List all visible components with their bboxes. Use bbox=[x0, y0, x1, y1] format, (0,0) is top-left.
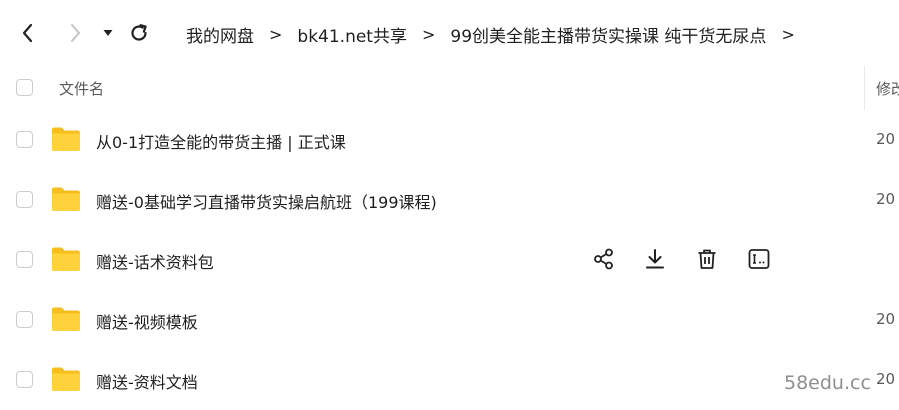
breadcrumb-item-shared-folder[interactable]: bk41.net共享 bbox=[297, 22, 407, 47]
file-row[interactable]: 从0-1打造全能的带货主播 | 正式课 20 bbox=[0, 110, 899, 170]
rename-icon bbox=[748, 249, 770, 269]
file-name[interactable]: 赠送-话术资料包 bbox=[96, 249, 214, 273]
navigation-bar: 我的网盘 > bk41.net共享 > 99创美全能主播带货实操课 纯干货无尿点… bbox=[0, 0, 899, 66]
breadcrumb: 我的网盘 > bk41.net共享 > 99创美全能主播带货实操课 纯干货无尿点… bbox=[186, 22, 795, 47]
share-icon bbox=[594, 248, 613, 270]
file-modified-date: 20 bbox=[876, 370, 896, 388]
download-button[interactable] bbox=[643, 247, 667, 271]
breadcrumb-separator: > bbox=[421, 24, 436, 44]
dropdown-triangle-icon bbox=[103, 30, 113, 36]
file-modified-date: 20 bbox=[876, 130, 896, 148]
row-checkbox[interactable] bbox=[16, 131, 33, 148]
file-name[interactable]: 赠送-视频模板 bbox=[96, 309, 198, 333]
column-header-filename[interactable]: 文件名 bbox=[59, 78, 104, 99]
file-modified-date: 20 bbox=[876, 310, 896, 328]
forward-button[interactable] bbox=[62, 20, 88, 46]
breadcrumb-item-current-folder[interactable]: 99创美全能主播带货实操课 纯干货无尿点 bbox=[450, 22, 766, 47]
delete-icon bbox=[698, 249, 716, 269]
file-row-hovered[interactable]: 赠送-话术资料包 bbox=[0, 230, 899, 290]
folder-icon bbox=[52, 187, 80, 211]
row-checkbox[interactable] bbox=[16, 311, 33, 328]
column-divider[interactable] bbox=[864, 66, 865, 110]
rename-button[interactable] bbox=[747, 247, 771, 271]
back-arrow-icon bbox=[22, 23, 33, 43]
file-row[interactable]: 赠送-资料文档 20 bbox=[0, 350, 899, 410]
row-checkbox[interactable] bbox=[16, 371, 33, 388]
file-row[interactable]: 赠送-0基础学习直播带货实操启航班（199课程) 20 bbox=[0, 170, 899, 230]
delete-button[interactable] bbox=[695, 247, 719, 271]
history-dropdown-button[interactable] bbox=[95, 20, 121, 46]
breadcrumb-item-my-drive[interactable]: 我的网盘 bbox=[186, 22, 254, 47]
refresh-button[interactable] bbox=[126, 20, 152, 46]
forward-arrow-icon bbox=[71, 24, 80, 42]
refresh-icon bbox=[131, 24, 147, 41]
folder-icon bbox=[52, 127, 80, 151]
file-row[interactable]: 赠送-视频模板 20 bbox=[0, 290, 899, 350]
file-name[interactable]: 赠送-资料文档 bbox=[96, 369, 198, 393]
share-button[interactable] bbox=[592, 247, 616, 271]
column-header-modified[interactable]: 修改 bbox=[876, 78, 899, 99]
folder-icon bbox=[52, 247, 80, 271]
file-list-header: 文件名 修改 bbox=[0, 66, 899, 110]
watermark: 58edu.cc bbox=[784, 372, 871, 394]
select-all-checkbox[interactable] bbox=[16, 79, 33, 96]
row-checkbox[interactable] bbox=[16, 251, 33, 268]
row-checkbox[interactable] bbox=[16, 191, 33, 208]
back-button[interactable] bbox=[15, 20, 41, 46]
download-icon bbox=[646, 249, 664, 269]
folder-icon bbox=[52, 307, 80, 331]
file-name[interactable]: 赠送-0基础学习直播带货实操启航班（199课程) bbox=[96, 189, 437, 213]
folder-icon bbox=[52, 367, 80, 391]
breadcrumb-separator: > bbox=[269, 24, 283, 44]
file-name[interactable]: 从0-1打造全能的带货主播 | 正式课 bbox=[96, 129, 346, 153]
breadcrumb-separator: > bbox=[781, 24, 795, 44]
file-modified-date: 20 bbox=[876, 190, 896, 208]
